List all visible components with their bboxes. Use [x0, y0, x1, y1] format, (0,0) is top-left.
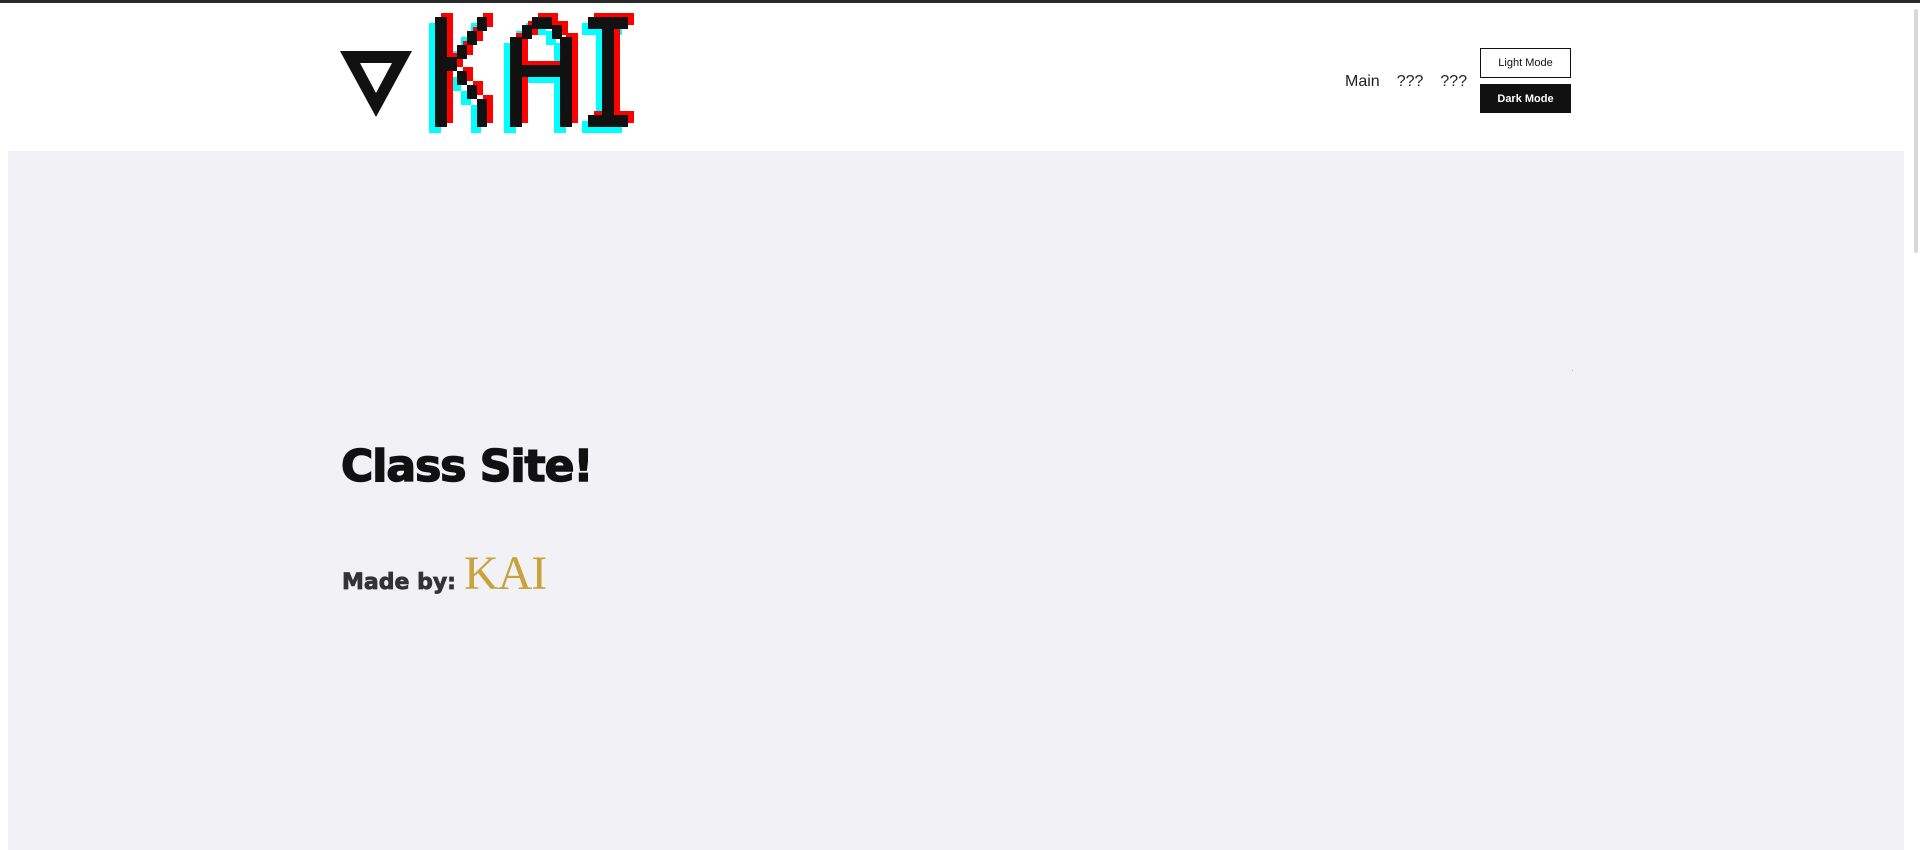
- made-by-label: Made by:: [342, 570, 457, 596]
- main-content: Class Site! Made by: KAI: [8, 151, 1904, 850]
- logo-text-kai: [429, 13, 634, 133]
- author-name: KAI: [463, 547, 547, 600]
- logo-pixel: [457, 45, 467, 59]
- logo-pixel: [477, 99, 487, 127]
- main-nav: Main ??? ???: [1345, 73, 1484, 91]
- logo-pixel: [588, 17, 628, 29]
- logo-pixel: [457, 71, 467, 85]
- logo-pixel: [522, 65, 562, 77]
- stray-dot: [1572, 370, 1573, 371]
- light-mode-button[interactable]: Light Mode: [1480, 48, 1571, 78]
- site-header: Main ??? ??? Light Mode Dark Mode: [0, 3, 1904, 151]
- logo-pixel: [602, 29, 614, 115]
- logo-pixel: [477, 17, 487, 31]
- dark-mode-button[interactable]: Dark Mode: [1480, 84, 1571, 113]
- triangle-logo-icon: [340, 51, 412, 117]
- nav-link-main[interactable]: Main: [1345, 73, 1380, 91]
- logo-pixel: [532, 17, 552, 29]
- nav-link-2[interactable]: ???: [1397, 73, 1424, 91]
- author-credit: Made by: KAI: [342, 546, 548, 601]
- site-logo[interactable]: [340, 13, 660, 143]
- theme-toggle-group: Light Mode Dark Mode: [1480, 48, 1571, 113]
- nav-link-3[interactable]: ???: [1440, 73, 1467, 91]
- logo-pixel: [447, 57, 457, 71]
- vertical-scrollbar[interactable]: [1904, 3, 1920, 850]
- logo-pixel: [560, 37, 572, 127]
- logo-pixel: [510, 37, 522, 127]
- logo-pixel: [522, 25, 532, 39]
- logo-pixel: [435, 17, 447, 127]
- logo-pixel: [588, 115, 628, 127]
- page-title: Class Site!: [340, 440, 594, 493]
- logo-pixel: [552, 25, 562, 39]
- logo-pixel: [467, 31, 477, 45]
- scrollbar-thumb[interactable]: [1914, 9, 1918, 253]
- logo-pixel: [467, 85, 477, 99]
